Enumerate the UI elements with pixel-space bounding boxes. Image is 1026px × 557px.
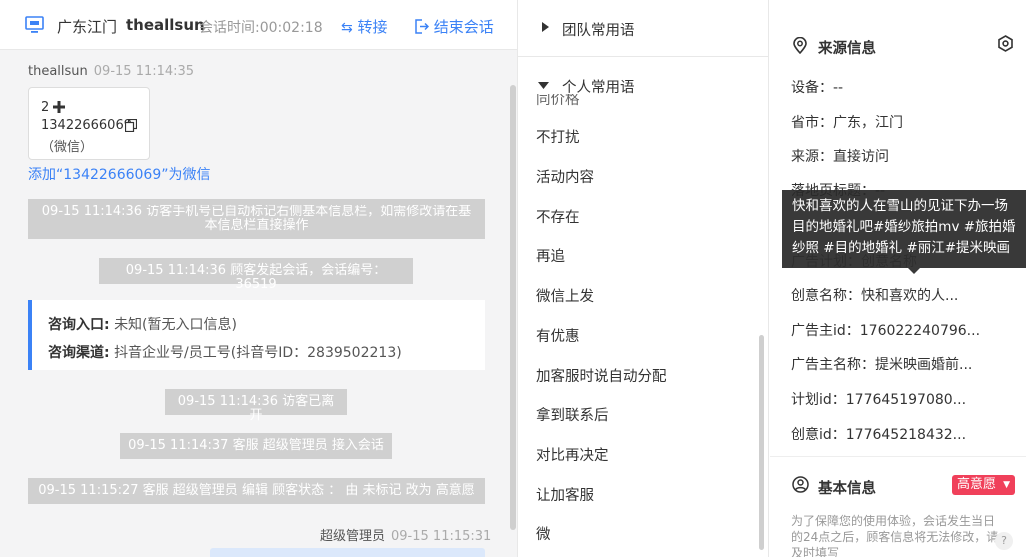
intent-status-badge[interactable]: 高意愿 ▼ — [952, 475, 1015, 495]
source-info-title: 来源信息 — [818, 41, 876, 57]
system-message-session-start: 09-15 11:14:36 顾客发起会话，会话编号：36519 — [99, 258, 413, 292]
source-row: 来源：直接访问 — [791, 149, 889, 165]
basic-info-notice: 为了保障您的使用体验，会话发生当日 的24点之后，顾客信息将无法修改，请 及时填… — [791, 513, 998, 557]
visitor-sender: theallsun — [28, 64, 88, 79]
consult-channel-label: 咨询渠道: — [48, 345, 110, 361]
add-icon[interactable] — [52, 100, 66, 114]
section-divider — [770, 456, 1026, 457]
session-time-label: 会话时间: — [199, 20, 260, 36]
contact-card[interactable]: 2 13422666069 （微信） — [28, 87, 150, 160]
phrase-item[interactable]: 对比再决定 — [536, 444, 609, 465]
session-time-value: 00:02:18 — [259, 20, 323, 36]
session-time: 会话时间:00:02:18 — [199, 17, 323, 37]
system-message-line: 09-15 11:14:36 访客手机号已自动标记右侧基本信息栏，如需修改请在基 — [41, 205, 472, 219]
system-message-line: 本信息栏直接操作 — [204, 218, 309, 233]
phrase-item[interactable]: 有优惠 — [536, 325, 580, 346]
visitor-location: 广东江门 — [57, 18, 118, 36]
contact-card-line1: 2 — [41, 100, 49, 115]
caret-right-icon — [542, 22, 549, 32]
team-phrases-label: 团队常用语 — [562, 23, 635, 39]
location-pin-icon — [793, 37, 807, 54]
user-circle-icon — [792, 476, 809, 493]
quick-reply-scrollbar[interactable] — [759, 335, 764, 550]
help-icon[interactable]: ? — [995, 532, 1013, 550]
system-message-status-changed: 09-15 11:15:27 客服 超级管理员 编辑 顾客状态 ： 由 未标记 … — [28, 478, 485, 504]
transfer-icon: ⇆ — [341, 20, 353, 36]
province-city-row: 省市：广东，江门 — [791, 115, 903, 131]
plan-id-row: 计划id：177645197080... — [791, 392, 967, 408]
personal-phrases-group[interactable]: 个人常用语 — [518, 72, 768, 96]
consult-info-card: 咨询入口: 未知(暂无入口信息) 咨询渠道: 抖音企业号/员工号(抖音号ID：2… — [28, 300, 485, 370]
phrase-item[interactable]: 加客服时说自动分配 — [536, 365, 667, 386]
device-row: 设备：-- — [791, 80, 844, 96]
dropdown-caret-icon: ▼ — [1003, 480, 1010, 490]
visitor-message-time: 09-15 11:14:35 — [93, 64, 195, 79]
personal-phrases-label: 个人常用语 — [562, 80, 635, 96]
consult-entry-value: 未知(暂无入口信息) — [114, 317, 237, 333]
monitor-icon — [25, 16, 44, 33]
tooltip-line: 快和喜欢的人在雪山的见证下办一场 — [792, 198, 1008, 214]
agent-message-meta: 超级管理员 09-15 11:15:31 — [320, 525, 491, 544]
consult-channel-value: 抖音企业号/员工号(抖音号ID：2839502213) — [114, 345, 402, 361]
phrase-item[interactable]: 微 — [536, 523, 551, 544]
notice-line: 为了保障您的使用体验，会话发生当日 — [791, 514, 996, 528]
team-phrases-group[interactable]: 团队常用语 — [518, 0, 768, 57]
phrase-item[interactable]: 再追 — [536, 245, 565, 266]
basic-info-title: 基本信息 — [818, 481, 876, 497]
contact-card-wechat: （微信） — [41, 140, 94, 155]
consult-entry-label: 咨询入口: — [48, 317, 110, 333]
system-message-phone-marked: 09-15 11:14:36 访客手机号已自动标记右侧基本信息栏，如需修改请在基… — [28, 199, 485, 239]
phrase-item[interactable]: 不打扰 — [536, 126, 580, 147]
consult-channel-row: 咨询渠道: 抖音企业号/员工号(抖音号ID：2839502213) — [48, 342, 402, 362]
end-session-label: 结束会话 — [433, 18, 494, 36]
visitor-message-meta: theallsun 09-15 11:14:35 — [28, 64, 194, 79]
agent-message-time: 09-15 11:15:31 — [391, 529, 492, 544]
exit-icon — [415, 19, 429, 34]
caret-down-icon — [538, 82, 549, 89]
contact-card-prefix: 2 — [41, 100, 50, 115]
notice-line: 的24点之后，顾客信息将无法修改，请 — [791, 530, 999, 544]
copy-icon[interactable] — [125, 119, 137, 132]
phrase-item[interactable]: 活动内容 — [536, 166, 594, 187]
notice-line: 及时填写 — [791, 546, 840, 557]
transfer-button[interactable]: ⇆ 转接 — [341, 16, 388, 37]
visitor-name: theallsun — [126, 16, 205, 34]
visitor-info-panel: 来源信息 设备：-- 省市：广东，江门 来源：直接访问 落地页标题：-- 广告计… — [770, 0, 1026, 557]
phrase-item[interactable]: 让加客服 — [536, 484, 594, 505]
quick-reply-panel: 团队常用语 同价格 个人常用语 不打扰 活动内容 不存在 再追 微信上发 有优惠… — [517, 0, 769, 557]
system-message-visitor-left: 09-15 11:14:36 访客已离开 — [165, 389, 347, 423]
consult-entry-row: 咨询入口: 未知(暂无入口信息) — [48, 314, 237, 334]
creative-name-tooltip: 快和喜欢的人在雪山的见证下办一场 目的地婚礼吧#婚纱旅拍mv #旅拍婚 纱照 #… — [782, 190, 1026, 268]
phrase-item[interactable]: 拿到联系后 — [536, 404, 609, 425]
intent-status-label: 高意愿 — [957, 477, 997, 492]
phrase-item[interactable]: 不存在 — [536, 206, 580, 227]
add-wechat-link[interactable]: 添加“13422666069”为微信 — [28, 164, 211, 184]
agent-sender: 超级管理员 — [320, 529, 386, 544]
advertiser-id-row: 广告主id：176022240796... — [791, 323, 981, 339]
tooltip-line: 纱照 #目的地婚礼 #丽江#提米映画 — [792, 240, 1011, 256]
tooltip-line: 目的地婚礼吧#婚纱旅拍mv #旅拍婚 — [792, 219, 1016, 235]
creative-id-row: 创意id：177645218432... — [791, 427, 967, 443]
creative-name-row[interactable]: 创意名称：快和喜欢的人... — [791, 285, 958, 305]
phrase-item[interactable]: 微信上发 — [536, 285, 594, 306]
chat-panel: theallsun 09-15 11:14:35 2 13422666069 （微… — [0, 0, 517, 557]
settings-icon[interactable] — [997, 35, 1014, 52]
system-message-agent-joined: 09-15 11:14:37 客服 超级管理员 接入会话 — [120, 433, 392, 459]
agent-message-bubble — [210, 548, 485, 557]
contact-card-phone: 13422666069 — [41, 118, 132, 133]
chat-header: 广东江门 theallsun 会话时间:00:02:18 ⇆ 转接 结束会话 — [0, 0, 517, 50]
end-session-button[interactable]: 结束会话 — [414, 16, 494, 37]
advertiser-name-row: 广告主名称：提米映画婚前... — [791, 357, 973, 373]
tooltip-arrow — [908, 268, 920, 274]
chat-scrollbar[interactable] — [510, 85, 516, 530]
transfer-label: 转接 — [357, 18, 388, 36]
